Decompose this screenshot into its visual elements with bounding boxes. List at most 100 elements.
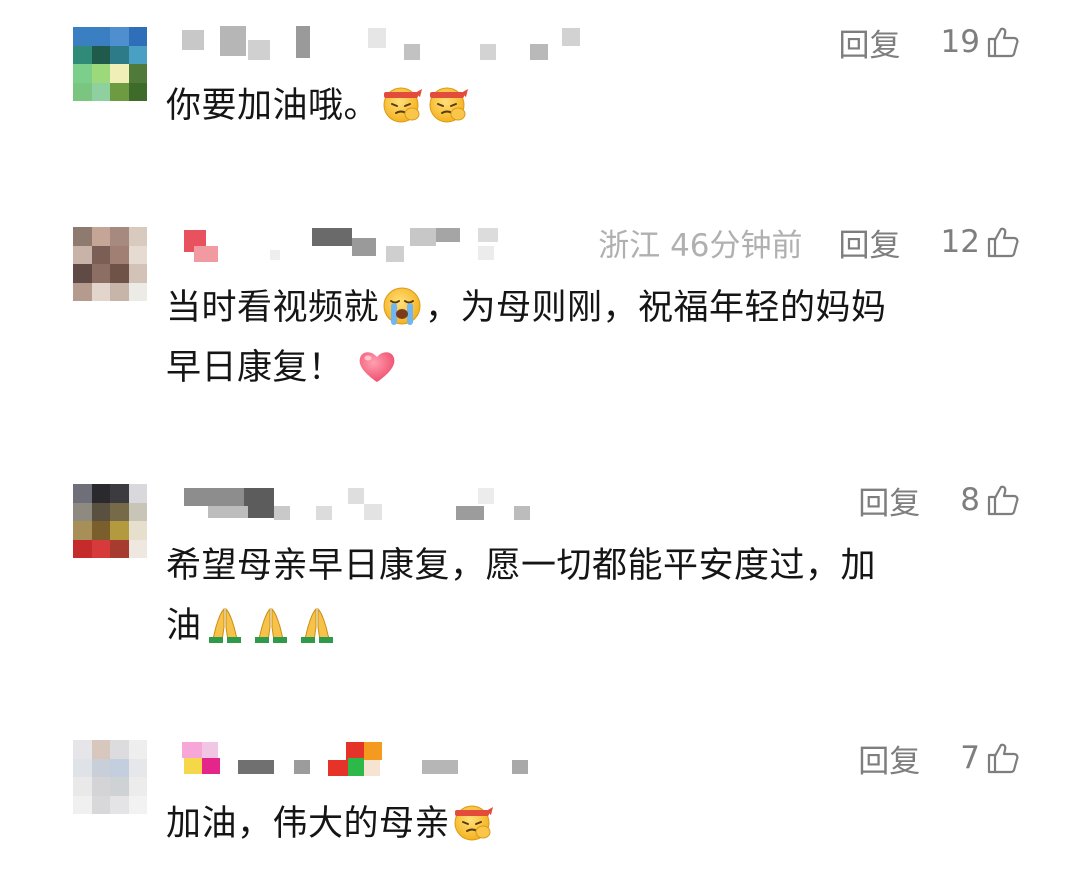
- avatar-pixel: [91, 521, 110, 540]
- avatar-pixel: [91, 758, 110, 777]
- avatar-pixel: [91, 777, 110, 796]
- avatar[interactable]: [73, 484, 147, 558]
- avatar-pixel: [110, 777, 129, 796]
- comment-body-part: 早日康复！: [166, 348, 344, 388]
- avatar-pixel: [73, 282, 92, 301]
- username-blurred[interactable]: [178, 484, 598, 524]
- comment-item: 回复 19 你要加油哦。: [0, 0, 1080, 200]
- fighting-emoji: [381, 83, 423, 125]
- avatar-pixel: [91, 795, 110, 814]
- comment-body-part: 油: [166, 606, 202, 646]
- comment-text: 当时看视频就 ，为母则刚，祝福年轻的妈妈 早日康复！: [166, 278, 1026, 398]
- avatar-pixel: [128, 740, 147, 759]
- like-count: 8: [960, 482, 980, 518]
- reply-button[interactable]: 回复: [858, 478, 920, 523]
- avatar-pixel: [73, 484, 92, 503]
- avatar-pixel: [73, 27, 92, 46]
- avatar-pixel: [110, 264, 129, 283]
- thumbs-up-icon[interactable]: [986, 741, 1020, 775]
- avatar-pixel: [128, 227, 147, 246]
- like-count: 12: [940, 224, 980, 260]
- username-blurred[interactable]: [178, 224, 598, 264]
- avatar-pixel: [128, 539, 147, 558]
- avatar-pixel: [110, 82, 129, 101]
- avatar-pixel: [110, 795, 129, 814]
- avatar-pixel: [110, 227, 129, 246]
- avatar-pixel: [73, 264, 92, 283]
- avatar-pixel: [128, 282, 147, 301]
- avatar-pixel: [91, 82, 110, 101]
- reply-button[interactable]: 回复: [839, 20, 901, 65]
- thumbs-up-icon[interactable]: [986, 25, 1020, 59]
- avatar-pixel: [73, 227, 92, 246]
- avatar-pixel: [110, 245, 129, 264]
- avatar-pixel: [128, 64, 147, 83]
- avatar-pixel: [110, 758, 129, 777]
- avatar-pixel: [91, 539, 110, 558]
- avatar-pixel: [91, 484, 110, 503]
- comment-body-part: 当时看视频就: [166, 288, 380, 328]
- comment-body-part: 希望母亲早日康复，愿一切都能平安度过，加: [166, 546, 877, 586]
- avatar-pixel: [73, 777, 92, 796]
- fighting-emoji: [427, 83, 469, 125]
- username-blurred[interactable]: [178, 738, 598, 778]
- avatar-pixel: [73, 795, 92, 814]
- comment-item: 回复 7 加油，伟大的母亲: [0, 720, 1080, 883]
- avatar-pixel: [73, 539, 92, 558]
- avatar[interactable]: [73, 227, 147, 301]
- avatar-pixel: [91, 264, 110, 283]
- thumbs-up-icon[interactable]: [986, 483, 1020, 517]
- fighting-emoji: [452, 801, 494, 843]
- avatar-pixel: [91, 282, 110, 301]
- avatar-pixel: [73, 64, 92, 83]
- avatar[interactable]: [73, 740, 147, 814]
- username-blurred[interactable]: [178, 22, 598, 62]
- avatar-pixel: [91, 227, 110, 246]
- avatar-pixel: [128, 82, 147, 101]
- avatar-pixel: [91, 740, 110, 759]
- avatar-pixel: [128, 502, 147, 521]
- avatar-pixel: [110, 64, 129, 83]
- comment-item: 回复 8 希望母亲早日康复，愿一切都能平安度过，加 油: [0, 460, 1080, 720]
- thumbs-up-icon[interactable]: [986, 225, 1020, 259]
- comment-text: 加油，伟大的母亲: [166, 794, 1026, 854]
- avatar-pixel: [91, 27, 110, 46]
- reply-button[interactable]: 回复: [858, 736, 920, 781]
- avatar-pixel: [73, 502, 92, 521]
- avatar-pixel: [73, 758, 92, 777]
- avatar-pixel: [91, 45, 110, 64]
- avatar-pixel: [73, 740, 92, 759]
- avatar-pixel: [73, 45, 92, 64]
- avatar-pixel: [110, 539, 129, 558]
- avatar-pixel: [128, 758, 147, 777]
- avatar-pixel: [128, 264, 147, 283]
- avatar-pixel: [128, 484, 147, 503]
- avatar-pixel: [110, 521, 129, 540]
- comment-meta: 回复 8: [858, 478, 1020, 522]
- comment-meta: 浙江 46分钟前 回复 12: [598, 220, 1020, 264]
- avatar-pixel: [91, 64, 110, 83]
- avatar-pixel: [128, 27, 147, 46]
- heart-emoji: [356, 345, 398, 387]
- crying-emoji: [381, 285, 423, 327]
- avatar-pixel: [110, 484, 129, 503]
- avatar-pixel: [110, 282, 129, 301]
- avatar[interactable]: [73, 27, 147, 101]
- comment-meta: 回复 19: [839, 20, 1020, 64]
- avatar-pixel: [128, 245, 147, 264]
- pray-emoji: [204, 603, 246, 645]
- avatar-pixel: [128, 45, 147, 64]
- location-time: 浙江 46分钟前: [598, 227, 803, 264]
- avatar-pixel: [73, 521, 92, 540]
- comment-text: 你要加油哦。: [166, 76, 1026, 136]
- comment-body: 加油，伟大的母亲: [166, 804, 451, 844]
- comment-meta: 回复 7: [858, 736, 1020, 780]
- avatar-pixel: [91, 502, 110, 521]
- avatar-pixel: [73, 245, 92, 264]
- reply-button[interactable]: 回复: [839, 220, 901, 265]
- avatar-pixel: [128, 795, 147, 814]
- avatar-pixel: [73, 82, 92, 101]
- avatar-pixel: [110, 502, 129, 521]
- avatar-pixel: [128, 777, 147, 796]
- comment-item: 浙江 46分钟前 回复 12 当时看视频就 ，为母则刚，祝福年轻的妈妈 早日康复！: [0, 200, 1080, 460]
